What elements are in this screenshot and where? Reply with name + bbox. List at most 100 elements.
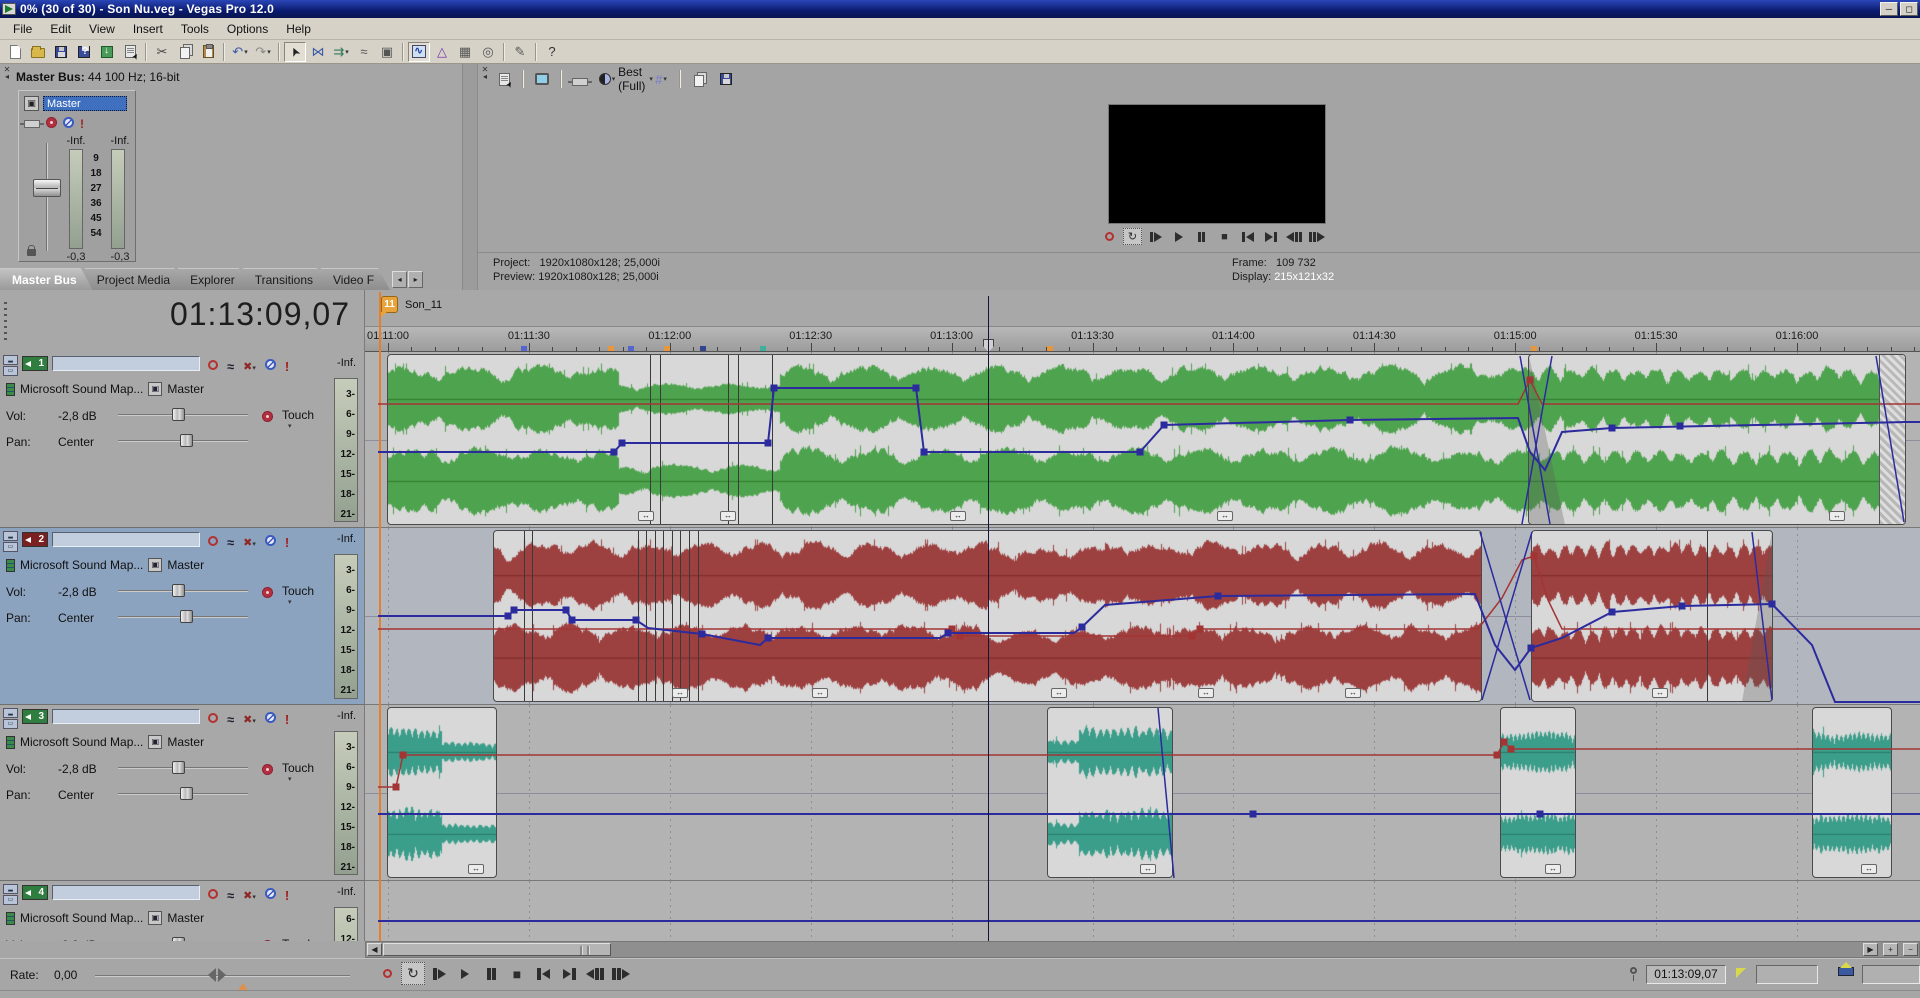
track-lane-4[interactable] — [365, 881, 1920, 941]
event-generic-icon[interactable]: ↔ — [812, 688, 828, 698]
panel-close-icon[interactable]: ✕◂ — [2, 66, 12, 80]
video-output-hardware-button[interactable] — [530, 68, 554, 90]
audio-event[interactable]: ↔ — [1531, 530, 1773, 702]
pan-slider[interactable] — [118, 787, 248, 800]
preview-quality-dropdown-button[interactable]: Best (Full)▾ — [622, 68, 646, 90]
bus-automation-button[interactable] — [46, 115, 57, 133]
pan-slider-thumb[interactable] — [180, 434, 193, 447]
tab-video-f[interactable]: Video F — [321, 268, 390, 290]
audio-event[interactable]: ↔ — [387, 707, 497, 878]
go-to-start-button[interactable] — [1238, 228, 1257, 245]
automation-settings-button[interactable]: ✖▾ — [243, 357, 256, 375]
mute-button[interactable] — [265, 710, 276, 728]
new-project-button[interactable] — [4, 42, 26, 62]
track-minimize-button[interactable]: ▂ — [3, 708, 18, 718]
automation-mode-value[interactable]: Touch▾ — [282, 408, 314, 430]
volume-slider-thumb[interactable] — [172, 761, 185, 774]
routing-icon[interactable] — [6, 736, 15, 749]
lock-envelopes-button[interactable]: ≈ — [353, 42, 375, 62]
bus-assign-button[interactable]: ▣ — [148, 911, 162, 925]
stop-button[interactable]: ■ — [1215, 228, 1234, 245]
mute-button[interactable] — [265, 886, 276, 904]
fader-lock-icon[interactable] — [27, 249, 36, 256]
track-lane-2[interactable]: ↔↔↔↔↔↔ — [365, 528, 1920, 705]
bus-assign-button[interactable]: ▣ — [148, 558, 162, 572]
track-name-field[interactable] — [52, 356, 200, 371]
solo-button[interactable]: ! — [285, 712, 289, 727]
track-header-2[interactable]: ▂▭2≈✖▾!-Inf.Microsoft Sound Map...▣Maste… — [0, 528, 365, 705]
zoom-out-time-button[interactable]: − — [1903, 943, 1918, 956]
go-to-start-button[interactable] — [531, 962, 555, 985]
automation-settings-button[interactable]: ✖▾ — [243, 886, 256, 904]
play-button[interactable] — [1169, 228, 1188, 245]
timeline-scrollbar[interactable]: ◀ ▶ + − — [365, 941, 1920, 958]
previous-frame-button[interactable] — [1284, 228, 1303, 245]
bus-assign-button[interactable]: ▣ — [148, 382, 162, 396]
mute-button[interactable] — [265, 533, 276, 551]
cursor-time-display[interactable]: 01:13:09,07 — [1646, 965, 1726, 984]
track-restore-button[interactable]: ▭ — [3, 719, 18, 729]
tab-explorer[interactable]: Explorer — [178, 268, 251, 290]
volume-slider-thumb[interactable] — [172, 408, 185, 421]
menu-tools[interactable]: Tools — [172, 19, 218, 39]
arm-record-button[interactable] — [208, 533, 218, 551]
automation-mode-value[interactable]: Touch▾ — [282, 584, 314, 606]
copy-button[interactable] — [174, 42, 196, 62]
automation-settings-button[interactable]: ✖▾ — [243, 710, 256, 728]
event-fade-in[interactable] — [1529, 355, 1565, 524]
playhead-cursor[interactable] — [988, 296, 989, 941]
event-generic-icon[interactable]: ↔ — [1051, 688, 1067, 698]
pan-slider[interactable] — [118, 610, 248, 623]
paste-button[interactable] — [197, 42, 219, 62]
go-to-end-button[interactable] — [557, 962, 581, 985]
volume-slider[interactable] — [118, 408, 248, 421]
record-button[interactable] — [1100, 228, 1119, 245]
audio-event[interactable]: ↔ — [1528, 354, 1906, 525]
panel-menu-button[interactable] — [492, 68, 516, 90]
menu-file[interactable]: File — [4, 19, 41, 39]
open-project-button[interactable] — [27, 42, 49, 62]
track-restore-button[interactable]: ▭ — [3, 895, 18, 905]
tab-scroll-left[interactable]: ◂ — [392, 271, 407, 288]
preview-close-icon[interactable]: ✕◂ — [480, 66, 490, 80]
menu-edit[interactable]: Edit — [41, 19, 80, 39]
normal-edit-tool-button[interactable] — [408, 42, 430, 62]
stop-button[interactable]: ■ — [505, 962, 529, 985]
insert-fx-button[interactable] — [24, 115, 40, 133]
master-fader[interactable] — [33, 179, 61, 197]
pan-slider[interactable] — [118, 434, 248, 447]
loop-length-box[interactable] — [1862, 965, 1920, 984]
video-preview-fx-button[interactable] — [568, 68, 592, 90]
previous-frame-button[interactable] — [583, 962, 607, 985]
track-minimize-button[interactable]: ▂ — [3, 531, 18, 541]
event-generic-icon[interactable]: ↔ — [1217, 511, 1233, 521]
save-snapshot-button[interactable] — [714, 68, 738, 90]
event-generic-icon[interactable]: ↔ — [1345, 688, 1361, 698]
tab-master-bus[interactable]: Master Bus — [0, 268, 93, 290]
save-project-button[interactable] — [50, 42, 72, 62]
menu-view[interactable]: View — [80, 19, 124, 39]
ignore-event-grouping-button[interactable]: ▣ — [376, 42, 398, 62]
audio-event[interactable]: ↔ — [1500, 707, 1576, 878]
routing-icon[interactable] — [6, 383, 15, 396]
event-generic-icon[interactable]: ↔ — [1198, 688, 1214, 698]
automation-mode-button[interactable] — [262, 585, 273, 603]
go-to-end-button[interactable] — [1261, 228, 1280, 245]
zoom-edit-tool-button[interactable]: ◎ — [477, 42, 499, 62]
cut-button[interactable]: ✂ — [151, 42, 173, 62]
timecode-display[interactable]: 01:13:09,07 — [170, 296, 350, 333]
automation-mode-button[interactable] — [262, 409, 273, 427]
overlay-grid-button[interactable]: #▾ — [649, 68, 673, 90]
track-name-field[interactable] — [52, 532, 200, 547]
track-lane-3[interactable]: ↔↔↔↔ — [365, 705, 1920, 881]
whats-this-help-button[interactable]: ? — [541, 42, 563, 62]
solo-button[interactable]: ! — [285, 888, 289, 903]
track-restore-button[interactable]: ▭ — [3, 542, 18, 552]
event-generic-icon[interactable]: ↔ — [638, 511, 654, 521]
track-header-4[interactable]: ▂▭4≈✖▾!-Inf.Microsoft Sound Map...▣Maste… — [0, 881, 365, 941]
loop-playback-button[interactable]: ↻ — [401, 962, 425, 985]
automation-settings-button[interactable]: ✖▾ — [243, 533, 256, 551]
rate-slider[interactable] — [208, 968, 226, 982]
tab-scroll-right[interactable]: ▸ — [408, 271, 423, 288]
enable-snapping-button[interactable] — [284, 42, 306, 62]
